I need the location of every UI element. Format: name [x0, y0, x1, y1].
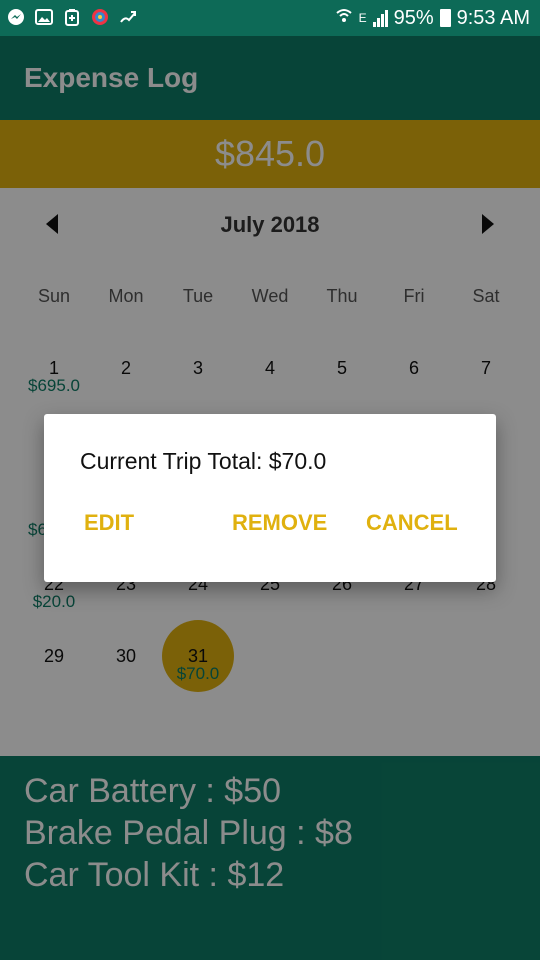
dialog-title: Current Trip Total: $70.0 — [80, 448, 327, 474]
colorful-app-icon — [90, 7, 110, 27]
cancel-button[interactable]: CANCEL — [366, 510, 458, 536]
signal-icon — [372, 9, 388, 27]
battery-saver-icon — [62, 7, 82, 27]
gallery-icon — [34, 7, 54, 27]
network-type: E — [358, 11, 367, 25]
remove-button[interactable]: REMOVE — [232, 510, 327, 536]
notification-icons — [6, 7, 138, 27]
status-bar: E 95% 9:53 AM — [0, 0, 540, 36]
system-status: E 95% 9:53 AM — [335, 6, 530, 30]
battery-percent: 95% — [393, 6, 434, 29]
wifi-icon — [335, 6, 353, 30]
upload-icon — [118, 7, 138, 27]
edit-button[interactable]: EDIT — [84, 510, 134, 536]
trip-total-dialog: Current Trip Total: $70.0 EDIT REMOVE CA… — [44, 414, 496, 582]
clock: 9:53 AM — [456, 6, 530, 29]
messenger-icon — [6, 7, 26, 27]
battery-icon — [439, 9, 451, 27]
